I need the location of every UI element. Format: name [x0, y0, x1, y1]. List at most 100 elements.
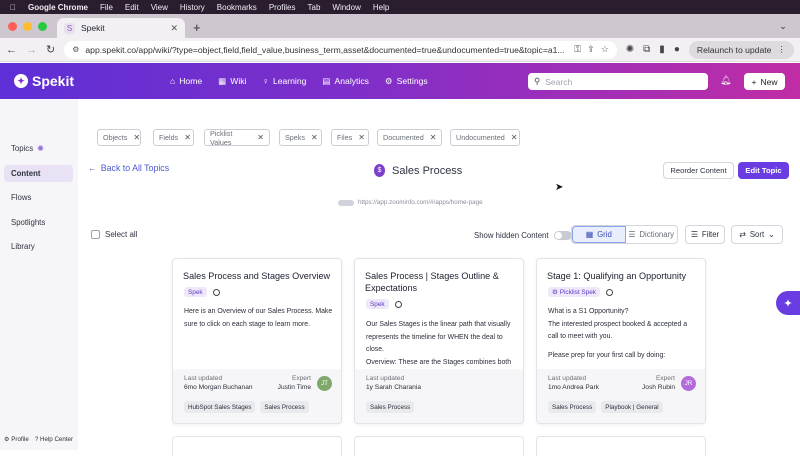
reload-icon[interactable]: ↻ — [46, 43, 55, 56]
site-info-icon[interactable]: ⚙ — [72, 45, 79, 54]
close-icon[interactable]: ✕ — [358, 133, 365, 142]
sidebar-item-flows[interactable]: Flows — [4, 189, 73, 206]
chip-label: Documented — [383, 133, 424, 142]
reorder-content-button[interactable]: Reorder Content — [663, 162, 734, 179]
nav-home[interactable]: ⌂ Home — [170, 76, 202, 87]
relaunch-button[interactable]: Relaunch to update ⋮ — [688, 40, 794, 59]
spekit-assistant-icon[interactable]: ✦ — [776, 291, 800, 315]
profile-link[interactable]: ⚙ Profile — [4, 436, 29, 443]
menu-view[interactable]: View — [151, 3, 168, 12]
topic-url-badge[interactable]: https://app.zoominfo.com/#/apps/home-pag… — [338, 199, 483, 206]
bookmark-star-icon[interactable]: ☆ — [601, 44, 609, 55]
menu-history[interactable]: History — [180, 3, 205, 12]
nav-home-label: Home — [179, 76, 203, 86]
content-card[interactable]: Sales Process | Stages Outline & Expecta… — [354, 258, 524, 424]
share-icon[interactable]: ⇪ — [587, 44, 595, 55]
close-icon[interactable]: ✕ — [311, 133, 318, 142]
card-title[interactable]: Sales Process | Stages Outline & Expecta… — [365, 270, 515, 294]
topic-tag[interactable]: Playbook | General — [601, 401, 663, 413]
filter-chip-fields[interactable]: Fields ✕ — [153, 129, 194, 146]
filter-chip-picklist-values[interactable]: Picklist Values ✕ — [204, 129, 270, 147]
sort-button[interactable]: ⇄ Sort ⌄ — [731, 225, 783, 244]
show-hidden-toggle[interactable] — [553, 231, 572, 240]
browser-tab[interactable]: S Spekit ✕ — [57, 18, 185, 38]
menu-edit[interactable]: Edit — [125, 3, 139, 12]
select-all[interactable]: Select all — [91, 230, 137, 239]
show-hidden-content[interactable]: Show hidden Content — [474, 231, 572, 240]
card-title[interactable]: Sales Process and Stages Overview — [183, 270, 333, 282]
profile-avatar[interactable]: ● — [674, 44, 680, 55]
topic-tag[interactable]: Sales Process — [260, 401, 309, 413]
nav-analytics-label: Analytics — [334, 76, 369, 86]
zoom-window-button[interactable] — [38, 22, 47, 31]
nav-analytics[interactable]: ▤ Analytics — [322, 76, 369, 87]
topic-tag[interactable]: Sales Process — [548, 401, 597, 413]
filter-chip-speks[interactable]: Speks ✕ — [279, 129, 322, 146]
back-arrow-icon[interactable]: ← — [6, 44, 17, 56]
sidebar-item-library[interactable]: Library — [4, 238, 73, 255]
tab-search-chevron-icon[interactable]: ⌄ — [774, 18, 792, 34]
expert-label: Expert — [655, 375, 675, 382]
close-icon[interactable]: ✕ — [511, 133, 518, 142]
menu-file[interactable]: File — [100, 3, 113, 12]
forward-arrow-icon[interactable]: → — [26, 44, 37, 56]
grid-view-button[interactable]: ▦ Grid — [572, 226, 626, 243]
close-icon[interactable]: ✕ — [430, 133, 437, 142]
dictionary-view-button[interactable]: ☰ Dictionary — [626, 226, 678, 243]
content-card[interactable] — [172, 436, 342, 456]
grid-icon: ▦ — [218, 75, 227, 86]
menu-help[interactable]: Help — [373, 3, 389, 12]
card-topics: HubSpot Sales Stages Sales Process — [184, 401, 309, 413]
sidebar-item-spotlights[interactable]: Spotlights — [4, 214, 73, 231]
close-tab-icon[interactable]: ✕ — [170, 23, 178, 34]
sidepanel-icon[interactable]: ▮ — [659, 44, 665, 55]
last-updated-value: 6mo Morgan Buchanan — [184, 384, 253, 391]
search-input[interactable]: ⚲ Search — [528, 73, 708, 90]
sidebar-item-topics[interactable]: Topics ✺ — [4, 140, 73, 157]
address-bar[interactable]: ⚙ app.spekit.co/app/wiki/?type=object,fi… — [64, 40, 617, 59]
content-card[interactable] — [354, 436, 524, 456]
close-icon[interactable]: ✕ — [133, 133, 140, 142]
new-tab-button[interactable]: + — [185, 20, 209, 38]
apple-icon[interactable]:  — [10, 3, 16, 12]
url-text: app.spekit.co/app/wiki/?type=object,fiel… — [85, 44, 565, 55]
back-to-topics-link[interactable]: ← Back to All Topics — [88, 163, 169, 173]
extension-icon[interactable]: ✺ — [626, 44, 634, 55]
menu-window[interactable]: Window — [332, 3, 360, 12]
sidebar-item-content[interactable]: Content — [4, 165, 73, 182]
new-button[interactable]: + New — [744, 73, 785, 90]
tag-icon: ⚙ — [552, 289, 558, 296]
puzzle-extensions-icon[interactable]: ⧉ — [643, 44, 650, 55]
close-icon[interactable]: ✕ — [257, 133, 264, 142]
chip-label: Undocumented — [456, 133, 505, 142]
content-card[interactable] — [536, 436, 706, 456]
close-icon[interactable]: ✕ — [184, 133, 191, 142]
close-window-button[interactable] — [8, 22, 17, 31]
menu-bookmarks[interactable]: Bookmarks — [217, 3, 257, 12]
help-center-link[interactable]: ? Help Center — [35, 436, 73, 443]
content-card[interactable]: Stage 1: Qualifying an Opportunity ⚙ Pick… — [536, 258, 706, 424]
card-title[interactable]: Stage 1: Qualifying an Opportunity — [547, 270, 697, 282]
filter-chip-objects[interactable]: Objects ✕ — [97, 129, 141, 146]
bell-icon[interactable]: 🔔︎ — [720, 75, 731, 86]
topic-tag[interactable]: HubSpot Sales Stages — [184, 401, 256, 413]
spekit-logo[interactable]: ✦ Spekit — [0, 73, 170, 89]
key-icon[interactable]: ⚿ — [574, 44, 581, 55]
filter-button[interactable]: ☰ Filter — [685, 225, 725, 244]
edit-topic-button[interactable]: Edit Topic — [738, 162, 789, 179]
menu-tab[interactable]: Tab — [308, 3, 321, 12]
nav-wiki[interactable]: ▦ Wiki — [218, 76, 246, 87]
menu-app[interactable]: Google Chrome — [28, 3, 88, 12]
filter-chip-files[interactable]: Files ✕ — [331, 129, 369, 146]
card-body-line: Please prep for your first call by doing… — [548, 351, 666, 359]
content-card[interactable]: Sales Process and Stages Overview Spek H… — [172, 258, 342, 424]
nav-learning[interactable]: ♀ Learning — [263, 76, 307, 87]
topic-title: $ Sales Process — [374, 164, 462, 177]
nav-settings[interactable]: ⚙ Settings — [385, 76, 428, 87]
filter-chip-undocumented[interactable]: Undocumented ✕ — [450, 129, 520, 146]
filter-chip-documented[interactable]: Documented ✕ — [377, 129, 442, 146]
minimize-window-button[interactable] — [23, 22, 32, 31]
menu-profiles[interactable]: Profiles — [269, 3, 296, 12]
select-all-checkbox[interactable] — [91, 230, 100, 239]
topic-tag[interactable]: Sales Process — [366, 401, 415, 413]
